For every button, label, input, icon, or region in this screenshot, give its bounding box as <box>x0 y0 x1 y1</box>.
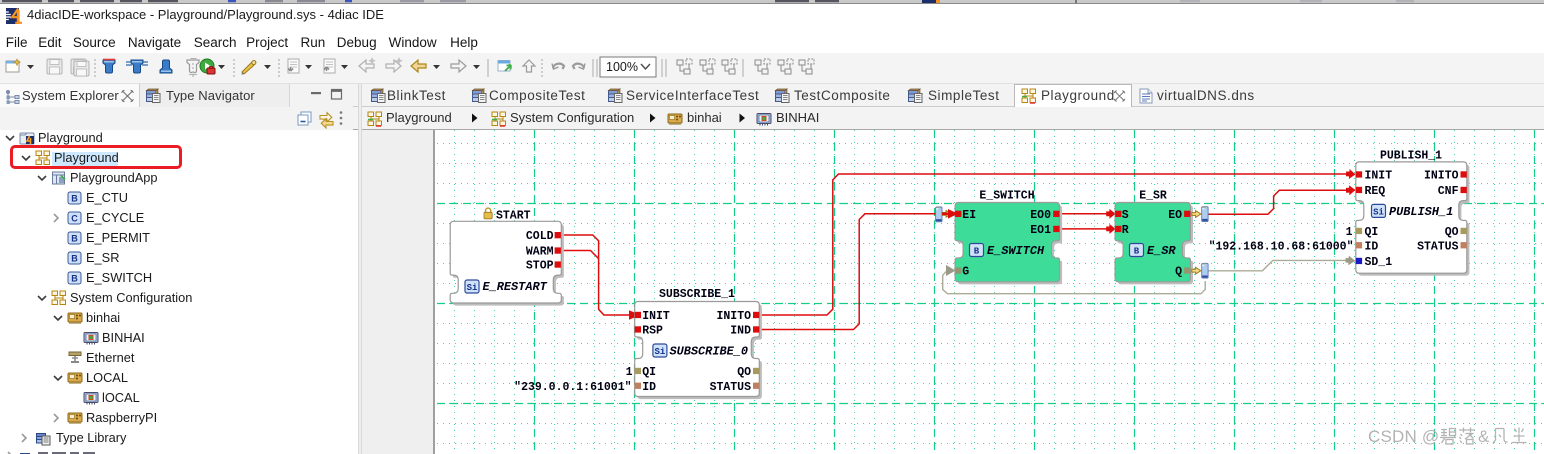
svg-text:SUBSCRIBE_1: SUBSCRIBE_1 <box>659 288 735 301</box>
svg-text:CNF: CNF <box>1438 185 1459 198</box>
svg-text:RaspberryPI: RaspberryPI <box>86 410 157 425</box>
svg-text:lOCAL: lOCAL <box>102 390 140 405</box>
svg-text:E_SWITCH: E_SWITCH <box>86 270 152 285</box>
svg-text:EO1: EO1 <box>1030 224 1051 237</box>
svg-text:INIT: INIT <box>1365 170 1393 183</box>
svg-text:REQ: REQ <box>1365 185 1386 198</box>
svg-text:EO: EO <box>1168 209 1182 222</box>
svg-text:E_SWITCH: E_SWITCH <box>979 189 1034 202</box>
svg-text:Playground: Playground <box>38 130 103 145</box>
svg-text:QO: QO <box>737 366 751 379</box>
svg-text:100%: 100% <box>606 60 638 74</box>
svg-text:"192.168.10.68:61000": "192.168.10.68:61000" <box>1209 240 1354 253</box>
svg-text:SUBSCRIBE_0: SUBSCRIBE_0 <box>670 345 749 359</box>
svg-text:WARM: WARM <box>526 246 554 259</box>
svg-text:PUBLISH_1: PUBLISH_1 <box>1389 205 1453 219</box>
svg-text:IND: IND <box>730 325 751 338</box>
svg-text:CSDN @: CSDN @ <box>1368 427 1439 446</box>
svg-text:QI: QI <box>1365 226 1379 239</box>
svg-text:R: R <box>1122 224 1129 237</box>
svg-text:1: 1 <box>1346 226 1353 239</box>
svg-text:EO0: EO0 <box>1030 209 1051 222</box>
svg-text:E_SR: E_SR <box>1147 244 1176 258</box>
svg-text:START: START <box>496 209 531 222</box>
svg-text:COLD: COLD <box>526 230 554 243</box>
svg-text:PlaygroundApp: PlaygroundApp <box>70 170 158 185</box>
svg-text:STOP: STOP <box>526 260 554 273</box>
svg-text:E_PERMIT: E_PERMIT <box>86 230 150 245</box>
svg-text:E_SR: E_SR <box>1139 189 1167 202</box>
svg-text:G: G <box>962 266 969 279</box>
svg-text:INIT: INIT <box>642 310 670 323</box>
svg-text:STATUS: STATUS <box>1417 240 1459 253</box>
svg-text:ID: ID <box>642 381 656 394</box>
svg-text:QO: QO <box>1445 226 1459 239</box>
svg-text:E_CYCLE: E_CYCLE <box>86 210 144 225</box>
svg-text:Ethernet: Ethernet <box>86 350 135 365</box>
svg-text:System Configuration: System Configuration <box>70 290 192 305</box>
svg-text:BINHAI: BINHAI <box>102 330 145 345</box>
svg-text:STATUS: STATUS <box>710 381 752 394</box>
svg-text:PUBLISH_1: PUBLISH_1 <box>1380 149 1442 162</box>
svg-text:RSP: RSP <box>642 325 663 338</box>
svg-text:Q: Q <box>1175 266 1182 279</box>
svg-text:QI: QI <box>642 366 656 379</box>
svg-text:binhai: binhai <box>86 310 120 325</box>
svg-text:E_CTU: E_CTU <box>86 190 128 205</box>
svg-text:ID: ID <box>1365 240 1379 253</box>
svg-text:E_RESTART: E_RESTART <box>483 280 548 294</box>
svg-text:1: 1 <box>626 366 633 379</box>
svg-text:LOCAL: LOCAL <box>86 370 128 385</box>
svg-text:INITO: INITO <box>716 310 751 323</box>
svg-text:&: & <box>1478 427 1490 446</box>
svg-text:INITO: INITO <box>1424 170 1459 183</box>
svg-text:"239.0.0.1:61001": "239.0.0.1:61001" <box>514 381 631 394</box>
svg-text:SD_1: SD_1 <box>1365 256 1393 269</box>
svg-text:E_SR: E_SR <box>86 250 119 265</box>
svg-text:E_SWITCH: E_SWITCH <box>987 244 1045 258</box>
svg-text:S: S <box>1122 209 1129 222</box>
svg-text:EI: EI <box>962 209 976 222</box>
svg-text:Type Library: Type Library <box>56 430 127 445</box>
